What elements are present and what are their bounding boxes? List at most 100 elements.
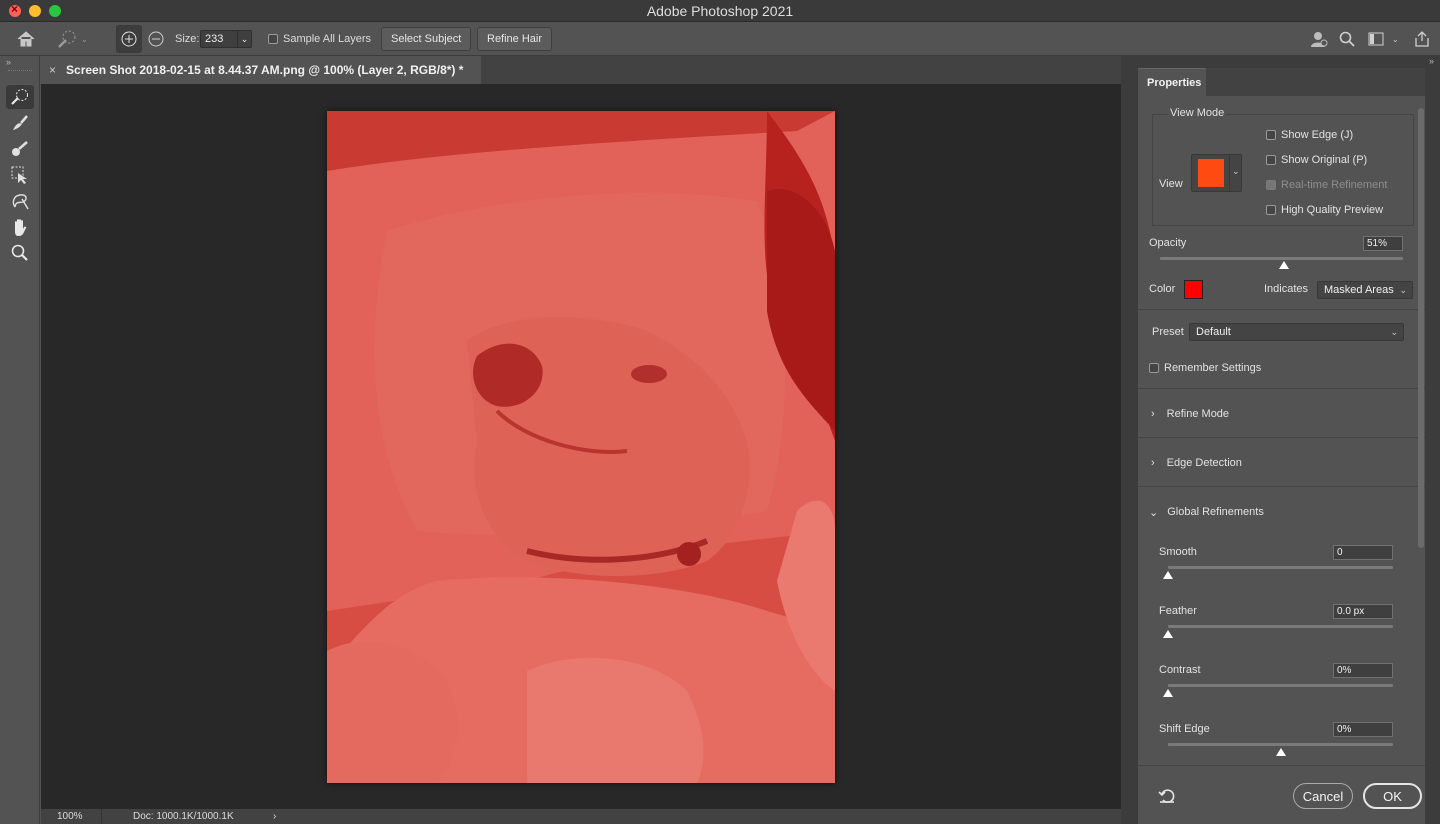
- checkbox-box-disabled: [1266, 180, 1276, 190]
- refine-mode-section[interactable]: › Refine Mode: [1151, 408, 1229, 420]
- ok-button[interactable]: OK: [1363, 783, 1422, 809]
- show-edge-checkbox[interactable]: Show Edge (J): [1266, 129, 1353, 141]
- scrollbar-thumb[interactable]: [1418, 108, 1424, 548]
- slider-label: Shift Edge: [1159, 723, 1210, 735]
- lasso-icon: [12, 194, 29, 210]
- view-mode-picker[interactable]: ⌄: [1191, 154, 1242, 192]
- divider: [1138, 486, 1425, 487]
- refine-hair-button[interactable]: Refine Hair: [477, 27, 553, 51]
- expand-panel-icon[interactable]: »: [6, 57, 11, 67]
- chevron-right-icon: ›: [1151, 408, 1155, 420]
- checkbox-box[interactable]: [1149, 363, 1159, 373]
- canvas[interactable]: [41, 84, 1121, 809]
- properties-tab[interactable]: Properties: [1138, 68, 1206, 96]
- brush-icon: [12, 141, 28, 156]
- color-label: Color: [1149, 283, 1176, 295]
- realtime-refinement-label: Real-time Refinement: [1281, 179, 1388, 191]
- document-area: × Screen Shot 2018-02-15 at 8.44.37 AM.p…: [41, 56, 1121, 824]
- right-panel-column: » Properties View Mode View ⌄ Show Edge …: [1121, 56, 1440, 824]
- document-tab[interactable]: × Screen Shot 2018-02-15 at 8.44.37 AM.p…: [41, 56, 481, 84]
- slider-value-input[interactable]: 0%: [1333, 722, 1393, 737]
- quick-selection-icon: [11, 89, 28, 105]
- indicates-select[interactable]: Masked Areas ⌄: [1317, 281, 1413, 299]
- slider-thumb[interactable]: [1163, 571, 1173, 579]
- brush-preset-picker[interactable]: ⌄: [56, 22, 100, 56]
- chevron-down-icon[interactable]: ⌄: [237, 31, 251, 47]
- slider-thumb[interactable]: [1163, 689, 1173, 697]
- slider-track[interactable]: [1168, 566, 1393, 569]
- global-refinements-section[interactable]: ⌄ Global Refinements: [1149, 506, 1264, 519]
- subtract-from-selection-button[interactable]: [148, 22, 164, 56]
- remember-settings-checkbox[interactable]: Remember Settings: [1149, 362, 1261, 374]
- reset-icon[interactable]: [1158, 788, 1176, 807]
- high-quality-preview-checkbox[interactable]: High Quality Preview: [1266, 204, 1383, 216]
- chevron-down-icon: ⌄: [1149, 507, 1159, 519]
- cancel-button[interactable]: Cancel: [1293, 783, 1353, 809]
- app-title: Adobe Photoshop 2021: [646, 3, 794, 19]
- sample-all-layers-label: Sample All Layers: [283, 33, 372, 45]
- picker-divider: [1229, 155, 1230, 191]
- slider-track[interactable]: [1168, 743, 1393, 746]
- lasso-tool[interactable]: [6, 189, 34, 213]
- slider-track[interactable]: [1168, 684, 1393, 687]
- refine-edge-brush-icon: [13, 115, 28, 130]
- quick-selection-tool[interactable]: [6, 85, 34, 109]
- indicates-label: Indicates: [1264, 283, 1309, 295]
- refine-mode-label: Refine Mode: [1166, 408, 1230, 420]
- checkbox-box[interactable]: [1266, 205, 1276, 215]
- share-icon[interactable]: [1414, 22, 1430, 56]
- checkbox-box[interactable]: [1266, 130, 1276, 140]
- checkbox-box[interactable]: [268, 34, 278, 44]
- object-selection-tool[interactable]: [6, 163, 34, 187]
- divider: [1138, 765, 1425, 766]
- opacity-input[interactable]: 51%: [1363, 236, 1403, 251]
- close-tab-icon[interactable]: ×: [49, 63, 56, 77]
- refine-edge-brush-tool[interactable]: [6, 111, 34, 135]
- edge-detection-section[interactable]: › Edge Detection: [1151, 457, 1242, 469]
- doc-size[interactable]: Doc: 1000.1K/1000.1K: [133, 811, 234, 822]
- workspace-icon[interactable]: ⌄: [1368, 22, 1399, 56]
- checkbox-box[interactable]: [1266, 155, 1276, 165]
- zoom-tool[interactable]: [6, 241, 34, 265]
- hand-icon: [15, 219, 27, 236]
- document-tab-bar: × Screen Shot 2018-02-15 at 8.44.37 AM.p…: [41, 56, 1121, 84]
- slider-track[interactable]: [1168, 625, 1393, 628]
- chevron-down-icon[interactable]: ⌄: [1392, 35, 1399, 44]
- slider-label: Smooth: [1159, 546, 1197, 558]
- edge-detection-label: Edge Detection: [1166, 457, 1242, 469]
- slider-value-input[interactable]: 0.0 px: [1333, 604, 1393, 619]
- chevron-down-icon: ⌄: [1399, 285, 1407, 295]
- brush-tool[interactable]: [6, 137, 34, 161]
- opacity-slider-thumb[interactable]: [1278, 261, 1289, 269]
- status-bar: 100% Doc: 1000.1K/1000.1K ›: [41, 809, 1121, 824]
- indicates-value: Masked Areas: [1324, 284, 1394, 296]
- chevron-right-icon[interactable]: ›: [273, 811, 276, 822]
- panel-scrollbar[interactable]: [1418, 98, 1424, 798]
- chevron-down-icon[interactable]: ⌄: [1232, 166, 1240, 177]
- quick-selection-icon: [58, 30, 76, 48]
- overlay-color-swatch[interactable]: [1184, 280, 1203, 299]
- home-icon[interactable]: [16, 22, 36, 56]
- collapse-panel-icon[interactable]: »: [1429, 56, 1434, 66]
- slider-label: Feather: [1159, 605, 1197, 617]
- slider-thumb[interactable]: [1275, 748, 1286, 756]
- document-image[interactable]: [327, 111, 835, 783]
- user-icon[interactable]: [1310, 22, 1328, 56]
- slider-value-input[interactable]: 0: [1333, 545, 1393, 560]
- preset-value: Default: [1196, 326, 1231, 338]
- search-icon[interactable]: [1339, 22, 1355, 56]
- hand-tool[interactable]: [6, 215, 34, 239]
- show-original-checkbox[interactable]: Show Original (P): [1266, 154, 1367, 166]
- slider-thumb[interactable]: [1163, 630, 1173, 638]
- sample-all-layers-checkbox[interactable]: Sample All Layers: [268, 22, 371, 56]
- panel-grip[interactable]: [8, 70, 32, 71]
- add-to-selection-button[interactable]: [116, 25, 142, 53]
- select-subject-button[interactable]: Select Subject: [381, 27, 472, 51]
- opacity-slider-track[interactable]: [1160, 257, 1403, 260]
- size-input[interactable]: 233 ⌄: [200, 30, 252, 48]
- status-divider: [101, 809, 102, 824]
- size-label: Size:: [175, 33, 200, 45]
- preset-select[interactable]: Default ⌄: [1189, 323, 1404, 341]
- zoom-level[interactable]: 100%: [57, 811, 83, 822]
- slider-value-input[interactable]: 0%: [1333, 663, 1393, 678]
